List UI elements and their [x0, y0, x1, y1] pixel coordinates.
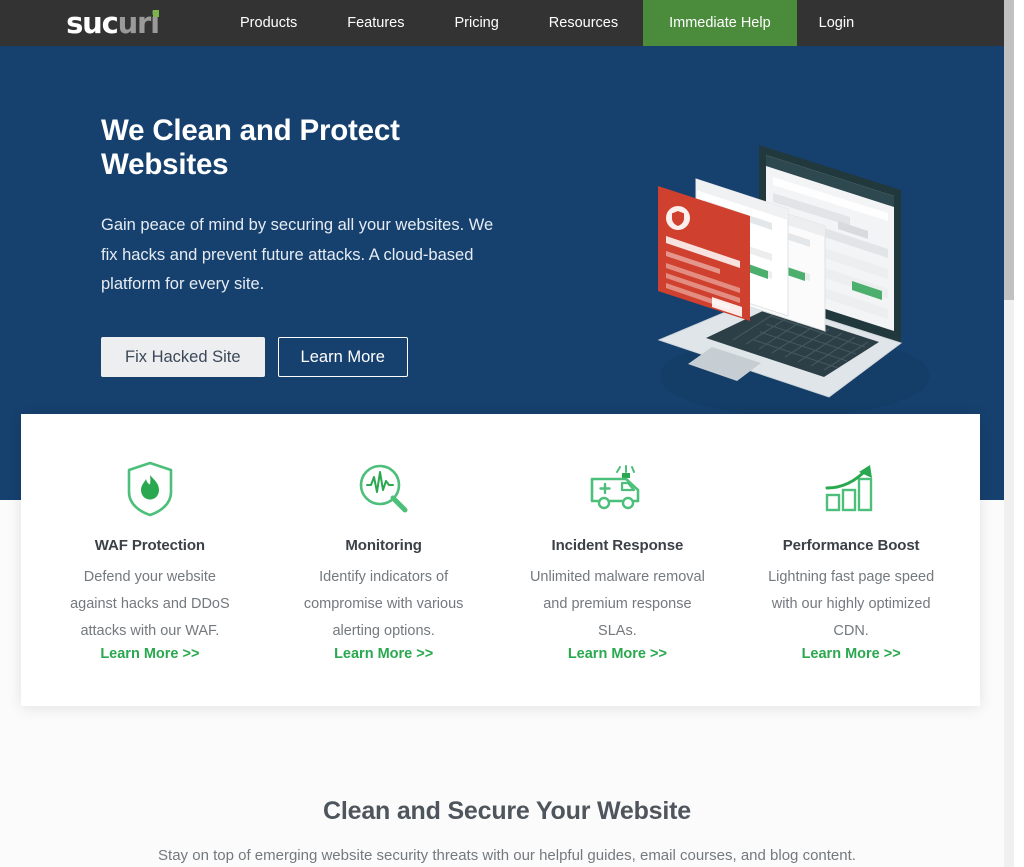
ambulance-icon: [586, 460, 648, 518]
feature-description: Lightning fast page speed with our highl…: [768, 569, 935, 639]
feature-incident-response: Incident Response Unlimited malware remo…: [501, 460, 735, 706]
feature-learn-more-link[interactable]: Learn More >>: [802, 646, 901, 662]
feature-learn-more-link[interactable]: Learn More >>: [568, 646, 667, 662]
nav-item-features[interactable]: Features: [322, 0, 429, 46]
feature-title: Monitoring: [345, 537, 422, 554]
feature-title: Performance Boost: [782, 537, 920, 554]
nav-item-products[interactable]: Products: [215, 0, 322, 46]
nav-item-login[interactable]: Login: [797, 0, 876, 46]
logo-wordmark: sucuri: [66, 5, 160, 40]
feature-performance-boost: Performance Boost Lightning fast page sp…: [734, 460, 968, 706]
feature-title: Incident Response: [551, 537, 684, 554]
nav-item-immediate-help[interactable]: Immediate Help: [643, 0, 797, 46]
magnifier-pulse-icon: [355, 460, 413, 518]
logo-dot-icon: [152, 9, 159, 17]
laptop-dashboard-illustration: [620, 131, 960, 431]
hero-subtitle: Gain peace of mind by securing all your …: [101, 216, 494, 293]
page-root: sucuri Products Features Pricing Resourc…: [0, 0, 1014, 867]
feature-title: WAF Protection: [94, 537, 205, 554]
hero-button-group: Fix Hacked Site Learn More: [101, 337, 408, 377]
shield-flame-icon: [124, 460, 176, 518]
logo-text-part1: suc: [66, 5, 119, 40]
feature-waf-protection: WAF Protection Defend your website again…: [33, 460, 267, 706]
bottom-section: Clean and Secure Your Website Stay on to…: [0, 706, 1014, 867]
feature-learn-more-link[interactable]: Learn More >>: [334, 646, 433, 662]
bottom-title: Clean and Secure Your Website: [323, 797, 691, 825]
feature-list: WAF Protection Defend your website again…: [21, 414, 980, 706]
sucuri-logo[interactable]: sucuri: [0, 0, 215, 46]
nav-item-resources[interactable]: Resources: [524, 0, 643, 46]
growth-chart-icon: [822, 460, 880, 518]
nav-item-pricing[interactable]: Pricing: [429, 0, 523, 46]
feature-learn-more-link[interactable]: Learn More >>: [100, 646, 199, 662]
site-header: sucuri Products Features Pricing Resourc…: [0, 0, 1014, 46]
hero-copy: We Clean and Protect Websites Gain peace…: [101, 114, 531, 300]
page-scrollbar[interactable]: [1004, 0, 1014, 867]
feature-description: Identify indicators of compromise with v…: [303, 569, 464, 639]
feature-monitoring: Monitoring Identify indicators of compro…: [267, 460, 501, 706]
feature-card: WAF Protection Defend your website again…: [21, 414, 980, 706]
main-navigation: Products Features Pricing Resources Imme…: [215, 0, 1014, 46]
hero-title: We Clean and Protect Websites: [101, 114, 400, 181]
learn-more-button[interactable]: Learn More: [277, 337, 408, 377]
fix-hacked-site-button[interactable]: Fix Hacked Site: [101, 337, 265, 377]
feature-description: Unlimited malware removal and premium re…: [529, 569, 705, 639]
scrollbar-thumb[interactable]: [1004, 0, 1014, 300]
feature-description: Defend your website against hacks and DD…: [70, 569, 230, 639]
bottom-subtitle: Stay on top of emerging website security…: [158, 847, 856, 864]
